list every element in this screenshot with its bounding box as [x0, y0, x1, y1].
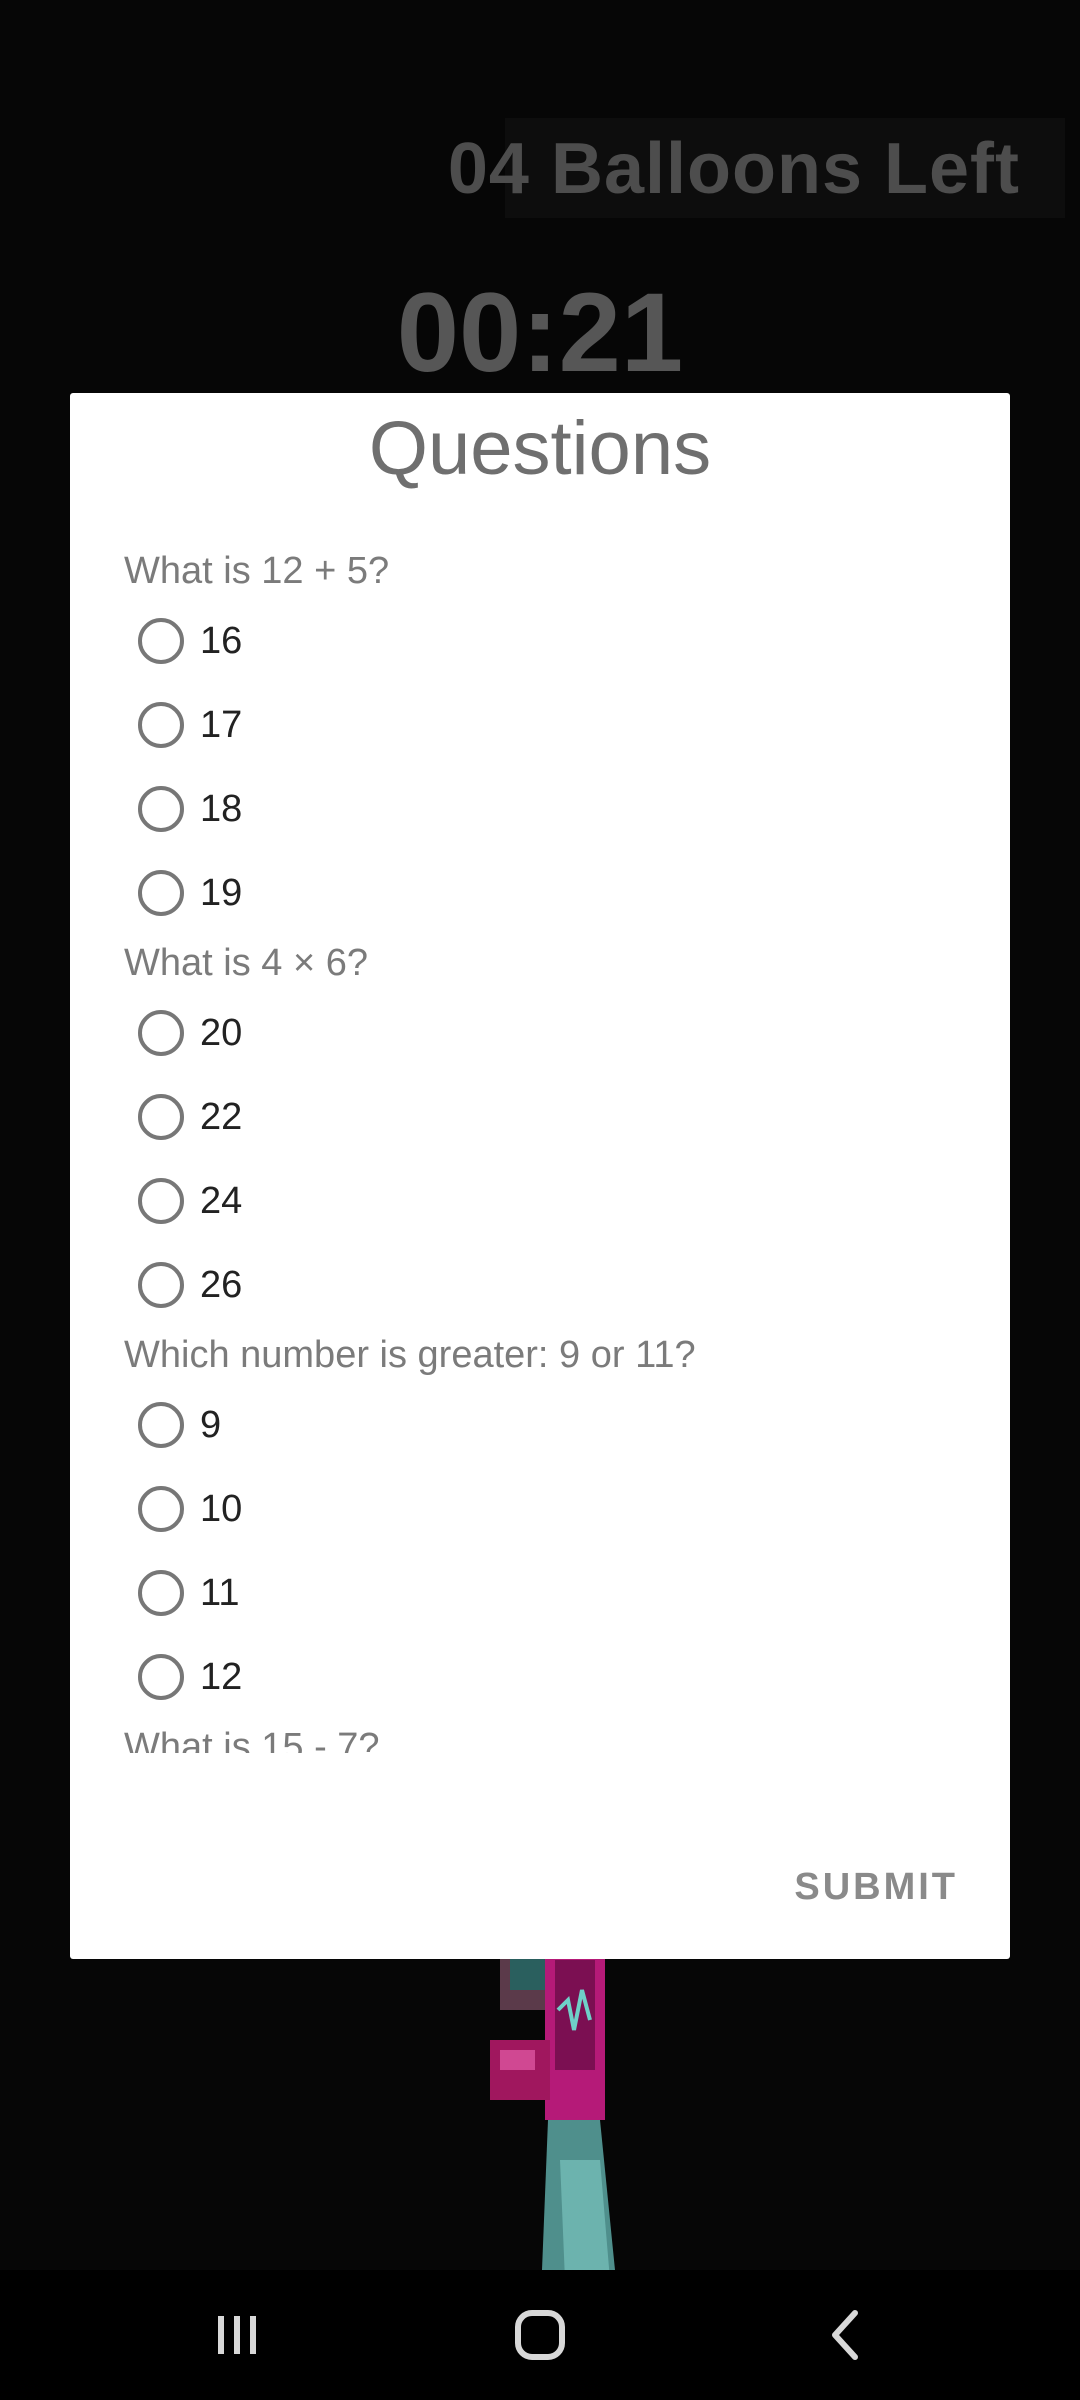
radio-button[interactable]	[138, 1570, 184, 1616]
answer-label: 19	[200, 871, 243, 914]
answer-option[interactable]: 22	[138, 1075, 1010, 1159]
answer-option[interactable]: 18	[138, 767, 1010, 851]
radio-button[interactable]	[138, 1654, 184, 1700]
answer-label: 22	[200, 1095, 243, 1138]
answer-label: 9	[200, 1403, 222, 1446]
answer-option[interactable]: 12	[138, 1635, 1010, 1719]
radio-button[interactable]	[138, 618, 184, 664]
answer-option[interactable]: 26	[138, 1243, 1010, 1327]
answer-label: 17	[200, 703, 243, 746]
answer-label: 10	[200, 1487, 243, 1530]
answer-label: 24	[200, 1179, 243, 1222]
answer-label: 26	[200, 1263, 243, 1306]
question-text: What is 12 + 5?	[124, 550, 390, 592]
questions-scroll-area[interactable]: What is 12 + 5? 16 17 18 19 What is 4 × …	[70, 543, 1010, 1753]
countdown-timer: 00:21	[396, 270, 684, 395]
radio-button[interactable]	[138, 1178, 184, 1224]
question-text: Which number is greater: 9 or 11?	[124, 1334, 696, 1376]
radio-button[interactable]	[138, 1402, 184, 1448]
answer-option[interactable]: 10	[138, 1467, 1010, 1551]
radio-button[interactable]	[138, 1486, 184, 1532]
radio-button[interactable]	[138, 786, 184, 832]
answer-option[interactable]: 16	[138, 599, 1010, 683]
answer-option[interactable]: 9	[138, 1383, 1010, 1467]
question-3: Which number is greater: 9 or 11? 9 10 1…	[70, 1327, 1010, 1719]
answer-option[interactable]: 19	[138, 851, 1010, 935]
answer-option[interactable]: 11	[138, 1551, 1010, 1635]
question-text: What is 15 - 7?	[124, 1726, 380, 1753]
radio-button[interactable]	[138, 702, 184, 748]
radio-button[interactable]	[138, 1010, 184, 1056]
radio-button[interactable]	[138, 1094, 184, 1140]
answer-label: 11	[200, 1571, 240, 1614]
balloons-left-counter: 04 Balloons Left	[447, 129, 1020, 209]
answer-label: 18	[200, 787, 243, 830]
submit-button[interactable]: SUBMIT	[794, 1866, 958, 1909]
question-2: What is 4 × 6? 20 22 24 26	[70, 935, 1010, 1327]
system-navigation-bar	[0, 2270, 1080, 2400]
questions-dialog: Questions What is 12 + 5? 16 17 18 19 Wh…	[70, 393, 1010, 1959]
answer-option[interactable]: 24	[138, 1159, 1010, 1243]
question-4: What is 15 - 7?	[70, 1719, 1010, 1753]
answer-label: 12	[200, 1655, 243, 1698]
answer-option[interactable]: 17	[138, 683, 1010, 767]
answer-label: 16	[200, 619, 243, 662]
answer-option[interactable]: 20	[138, 991, 1010, 1075]
question-1: What is 12 + 5? 16 17 18 19	[70, 543, 1010, 935]
back-icon[interactable]	[800, 2300, 890, 2370]
question-text: What is 4 × 6?	[124, 942, 368, 984]
answer-label: 20	[200, 1011, 243, 1054]
radio-button[interactable]	[138, 1262, 184, 1308]
radio-button[interactable]	[138, 870, 184, 916]
game-screen: 04 Balloons Left 00:21 Questions What is…	[0, 0, 1080, 2400]
dialog-title: Questions	[368, 406, 712, 491]
recent-apps-icon[interactable]	[192, 2300, 282, 2370]
weapon-image	[490, 1940, 620, 2320]
home-icon[interactable]	[495, 2300, 585, 2370]
